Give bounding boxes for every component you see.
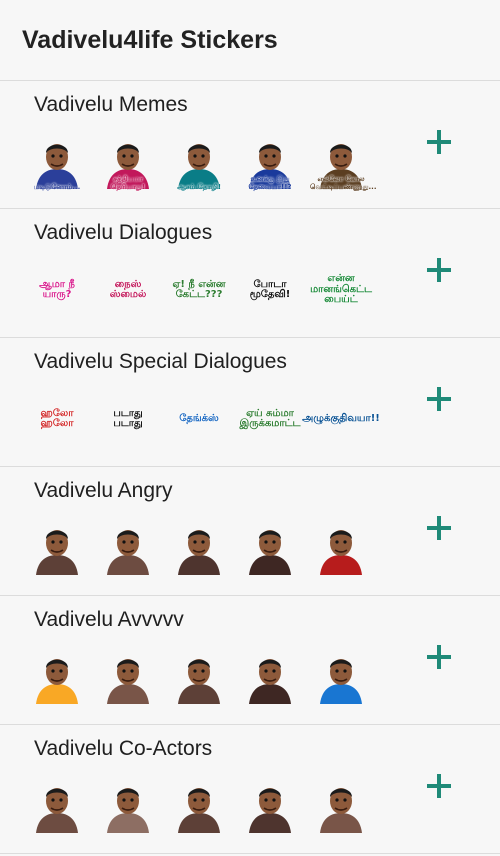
pack-name: Vadivelu Co-Actors [34,737,213,760]
sticker-caption: படாது படாது [113,407,143,429]
sticker-thumbnail [99,777,157,835]
sticker-caption: ஏய் சும்மா இருக்கமாட்ட [239,407,301,429]
add-to-whatsapp-button[interactable] [422,769,456,803]
plus-icon [427,387,451,411]
sticker-thumbnail: மடிடுனோம்... [28,133,86,191]
sticker-thumbnail: படாது படாது [99,390,157,448]
plus-icon [427,645,451,669]
sticker-thumbnail [28,519,86,577]
sticker-caption: ஆசம் தோழி! [176,182,222,191]
app-title: Vadivelu4life Stickers [22,26,278,54]
add-to-whatsapp-button[interactable] [422,253,456,287]
sticker-caption: ஆமா நீ யாரு? [39,278,75,300]
sticker-pack-row[interactable]: Vadivelu Avvvvv [0,596,500,725]
sticker-caption: ஏ! நீ என்ன கேட்ட??? [172,278,226,300]
sticker-thumbnail: போடா மூதேவி! [241,261,299,319]
add-to-whatsapp-button[interactable] [422,382,456,416]
sticker-pack-row[interactable]: Vadivelu Memes மடிடுனோம்... சத்தியமா தெரிய… [0,80,500,209]
pack-name: Vadivelu Special Dialogues [34,350,287,373]
sticker-thumbnail: ஏ! நீ என்ன கேட்ட??? [170,261,228,319]
sticker-thumbnail: சத்தியமா தெரியாது! [99,133,157,191]
sticker-caption: எல்லோ கோல வெட்டிப்பண்ணுது... [310,175,377,191]
sticker-caption: உனக்கு இது தேவையா!!? [248,175,292,191]
sticker-thumbnail: உனக்கு இது தேவையா!!? [241,133,299,191]
add-to-whatsapp-button[interactable] [422,125,456,159]
sticker-thumbnail: அழுக்குதிவயா!! [302,390,380,448]
sticker-pack-row[interactable]: Vadivelu Co-Actors [0,725,500,854]
sticker-thumbnail: ஆசம் தோழி! [170,133,228,191]
sticker-pack-row[interactable]: Vadivelu Angry [0,467,500,596]
pack-name: Vadivelu Dialogues [34,221,213,244]
sticker-pack-row[interactable]: Vadivelu Dialogues ஆமா நீ யாரு? நைஸ் ஸ்மைல… [0,209,500,338]
sticker-thumbnail: தேங்க்ஸ் [170,390,228,448]
sticker-thumbnail [99,519,157,577]
sticker-thumbnail [241,519,299,577]
sticker-thumbnail [241,777,299,835]
sticker-thumbnail [312,519,370,577]
pack-name: Vadivelu Angry [34,479,173,502]
sticker-thumbnail [312,648,370,706]
sticker-preview-strip: ஹலோ ஹலோ படாது படாது தேங்க்ஸ் ஏய் சும்மா இரு… [28,390,380,448]
sticker-caption: போடா மூதேவி! [249,278,291,300]
sticker-pack-row[interactable]: Vadivelu Special Dialogues ஹலோ ஹலோ படாது ப… [0,338,500,467]
sticker-pack-list: Vadivelu Memes மடிடுனோம்... சத்தியமா தெரிய… [0,80,500,854]
sticker-thumbnail [170,648,228,706]
sticker-thumbnail [99,648,157,706]
add-to-whatsapp-button[interactable] [422,511,456,545]
sticker-thumbnail [28,777,86,835]
sticker-thumbnail: ஹலோ ஹலோ [28,390,86,448]
sticker-caption: நைஸ் ஸ்மைல் [109,278,147,300]
sticker-preview-strip [28,519,370,577]
sticker-preview-strip: ஆமா நீ யாரு? நைஸ் ஸ்மைல் ஏ! நீ என்ன கேட்ட?… [28,261,372,319]
sticker-caption: ஹலோ ஹலோ [40,407,74,429]
sticker-thumbnail [241,648,299,706]
sticker-caption: என்ன மானங்கெட்ட பைய்ட் [310,273,372,306]
plus-icon [427,130,451,154]
pack-name: Vadivelu Memes [34,93,188,116]
plus-icon [427,774,451,798]
pack-name: Vadivelu Avvvvv [34,608,184,631]
sticker-thumbnail: ஏய் சும்மா இருக்கமாட்ட [239,390,301,448]
plus-icon [427,258,451,282]
sticker-caption: மடிடுனோம்... [33,182,81,191]
sticker-thumbnail [170,519,228,577]
sticker-thumbnail [312,777,370,835]
add-to-whatsapp-button[interactable] [422,640,456,674]
sticker-thumbnail [28,648,86,706]
sticker-thumbnail: நைஸ் ஸ்மைல் [99,261,157,319]
sticker-caption: அழுக்குதிவயா!! [302,412,380,424]
sticker-thumbnail: ஆமா நீ யாரு? [28,261,86,319]
sticker-thumbnail [170,777,228,835]
sticker-caption: தேங்க்ஸ் [179,412,219,424]
sticker-preview-strip [28,777,370,835]
plus-icon [427,516,451,540]
sticker-thumbnail: எல்லோ கோல வெட்டிப்பண்ணுது... [310,133,377,191]
sticker-preview-strip: மடிடுனோம்... சத்தியமா தெரியாது! ஆசம் தோழி!… [28,133,377,191]
sticker-caption: சத்தியமா தெரியாது! [111,175,145,191]
sticker-thumbnail: என்ன மானங்கெட்ட பைய்ட் [310,261,372,319]
sticker-preview-strip [28,648,370,706]
